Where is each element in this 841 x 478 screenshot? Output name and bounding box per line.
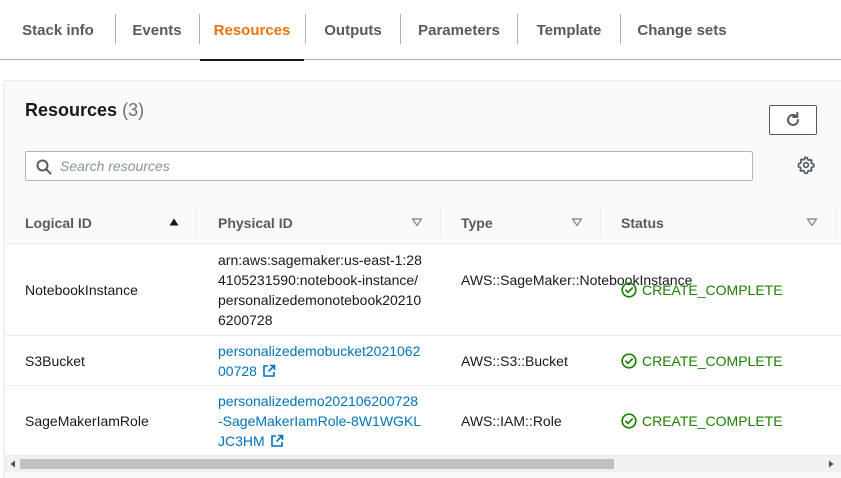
- physical-id-cell: personalizedemobucket202106200728: [218, 341, 422, 381]
- table-row[interactable]: NotebookInstance arn:aws:sagemaker:us-ea…: [5, 245, 841, 336]
- sort-ascending-icon[interactable]: [168, 216, 180, 228]
- tab-label: Parameters: [418, 21, 500, 39]
- panel-title: Resources (3): [25, 100, 144, 121]
- table-row[interactable]: SageMakerIamRole personalizedemo20210620…: [5, 386, 841, 456]
- table-row[interactable]: S3Bucket personalizedemobucket2021062007…: [5, 336, 841, 386]
- tab-divider: [199, 14, 200, 44]
- tab-template[interactable]: Template: [518, 0, 620, 60]
- physical-id-link[interactable]: personalizedemobucket202106200728: [218, 343, 420, 379]
- search-box: [25, 151, 753, 181]
- type-cell: AWS::S3::Bucket: [461, 353, 568, 369]
- search-icon: [36, 159, 52, 175]
- status-cell: CREATE_COMPLETE: [621, 280, 783, 300]
- scroll-left-arrow-icon[interactable]: [9, 460, 17, 468]
- tab-events[interactable]: Events: [116, 0, 198, 60]
- sort-none-icon[interactable]: [571, 216, 583, 228]
- tab-stack-info[interactable]: Stack info: [0, 0, 116, 60]
- status-cell: CREATE_COMPLETE: [621, 411, 783, 431]
- tab-label: Template: [536, 21, 602, 39]
- external-link-icon[interactable]: [270, 434, 284, 448]
- tab-outputs[interactable]: Outputs: [306, 0, 400, 60]
- physical-id-cell: arn:aws:sagemaker:us-east-1:284105231590…: [218, 252, 422, 328]
- column-label: Physical ID: [218, 214, 293, 231]
- tab-label: Outputs: [324, 21, 382, 39]
- refresh-icon: [787, 111, 799, 126]
- tab-bar: Stack info Events Resources Outputs Para…: [0, 0, 841, 61]
- status-text: CREATE_COMPLETE: [642, 282, 783, 298]
- logical-id-cell: S3Bucket: [25, 353, 85, 369]
- column-header-logical-id[interactable]: Logical ID: [25, 201, 92, 244]
- search-input[interactable]: [60, 152, 740, 180]
- scroll-right-arrow-icon[interactable]: [827, 460, 835, 468]
- external-link-icon[interactable]: [262, 364, 276, 378]
- tab-parameters[interactable]: Parameters: [401, 0, 517, 60]
- column-divider: [600, 208, 601, 238]
- physical-id-cell: personalizedemo202106200728-SageMakerIam…: [218, 391, 422, 451]
- tab-label: Events: [132, 21, 182, 39]
- logical-id-cell: NotebookInstance: [25, 282, 138, 298]
- gear-icon[interactable]: [797, 156, 815, 174]
- column-label: Logical ID: [25, 214, 92, 231]
- status-cell: CREATE_COMPLETE: [621, 351, 783, 371]
- type-cell: AWS::IAM::Role: [461, 413, 562, 429]
- tab-change-sets[interactable]: Change sets: [621, 0, 743, 60]
- tab-resources[interactable]: Resources: [200, 0, 304, 61]
- tab-label: Resources: [213, 21, 291, 39]
- column-divider: [440, 208, 441, 238]
- physical-id-link[interactable]: personalizedemo202106200728-SageMakerIam…: [218, 393, 421, 449]
- resources-panel: Resources (3) Logical ID Phys: [4, 80, 841, 478]
- scrollbar-thumb[interactable]: [20, 459, 614, 469]
- column-label: Status: [621, 214, 664, 231]
- column-header-status[interactable]: Status: [621, 201, 664, 244]
- column-label: Type: [461, 214, 493, 231]
- check-circle-icon: [621, 282, 637, 298]
- tab-divider: [305, 14, 306, 44]
- resource-count: (3): [122, 100, 145, 120]
- sort-none-icon[interactable]: [411, 216, 423, 228]
- refresh-button[interactable]: [769, 105, 817, 135]
- column-divider: [835, 208, 836, 238]
- table-header: Logical ID Physical ID Type Status: [5, 201, 841, 244]
- tab-label: Change sets: [637, 21, 727, 39]
- status-text: CREATE_COMPLETE: [642, 413, 783, 429]
- column-divider: [196, 208, 197, 238]
- status-text: CREATE_COMPLETE: [642, 353, 783, 369]
- check-circle-icon: [621, 413, 637, 429]
- column-header-physical-id[interactable]: Physical ID: [218, 201, 293, 244]
- column-header-type[interactable]: Type: [461, 201, 493, 244]
- horizontal-scrollbar[interactable]: [5, 456, 841, 472]
- tab-label: Stack info: [22, 21, 94, 39]
- sort-none-icon[interactable]: [806, 216, 818, 228]
- panel-title-text: Resources: [25, 100, 118, 120]
- check-circle-icon: [621, 353, 637, 369]
- logical-id-cell: SageMakerIamRole: [25, 413, 149, 429]
- type-cell: AWS::SageMaker::NotebookInstance: [461, 272, 693, 288]
